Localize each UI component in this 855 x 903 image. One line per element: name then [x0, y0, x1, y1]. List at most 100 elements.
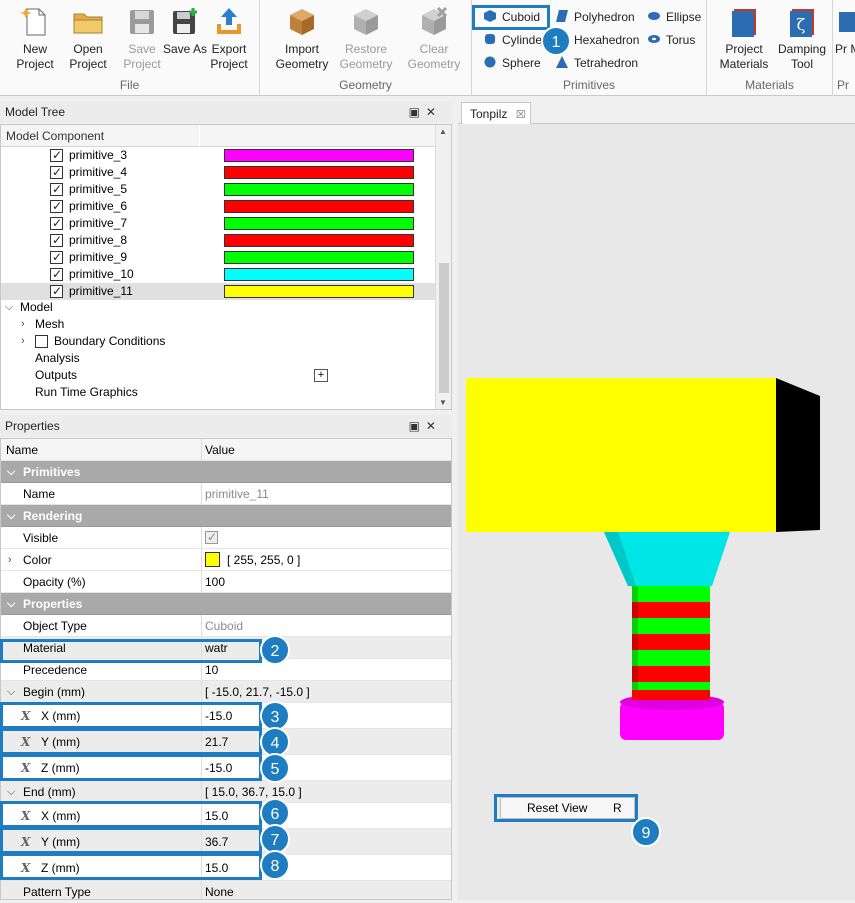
chevron-down-icon[interactable]: ⌵	[7, 505, 15, 527]
tree-item-primitive[interactable]: ✓ primitive_10	[1, 266, 436, 283]
chevron-down-icon[interactable]: ⌵	[7, 593, 15, 615]
scroll-down-arrow-icon[interactable]: ▼	[439, 398, 447, 407]
import-geometry-button[interactable]: Import Geometry	[272, 4, 332, 72]
export-project-button[interactable]: Export Project	[203, 4, 255, 72]
primitive-color-swatch[interactable]	[224, 268, 414, 281]
project-materials-button[interactable]: Project Materials	[715, 4, 773, 72]
primitive-color-swatch[interactable]	[224, 149, 414, 162]
tree-item-primitive[interactable]: ✓ primitive_8	[1, 232, 436, 249]
damping-tool-button[interactable]: ζ Damping Tool	[773, 4, 831, 72]
scroll-up-arrow-icon[interactable]: ▲	[439, 127, 447, 136]
cylinder-button[interactable]: Cylinder	[482, 30, 546, 50]
damping-zeta-icon: ζ	[790, 9, 814, 37]
chevron-down-icon[interactable]: ⌵	[7, 681, 15, 703]
chevron-right-icon[interactable]: ›	[8, 549, 12, 571]
new-project-button[interactable]: New Project	[9, 4, 61, 72]
prop-row-pattern-type: Pattern Type None	[1, 881, 451, 899]
prop-row-begin: ⌵ Begin (mm) [ -15.0, 21.7, -15.0 ]	[1, 681, 451, 703]
primitive-visibility-checkbox[interactable]: ✓	[50, 182, 63, 196]
materials-group: Project Materials ζ Damping Tool Materia…	[707, 0, 833, 96]
panel-float-close-icons[interactable]: ▣✕	[409, 415, 442, 437]
close-icon[interactable]: ☒	[516, 109, 526, 121]
primitive-visibility-checkbox[interactable]: ✓	[50, 250, 63, 264]
model-tree-scrollbar[interactable]: ▲ ▼	[435, 125, 451, 409]
section-primitives[interactable]: ⌵ Primitives	[1, 461, 451, 483]
tree-item-outputs[interactable]: Outputs +	[1, 367, 436, 384]
materials-book-icon	[732, 9, 756, 37]
chevron-right-icon[interactable]: ›	[21, 316, 25, 333]
primitive-color-swatch[interactable]	[224, 200, 414, 213]
boundary-conditions-checkbox[interactable]	[35, 335, 48, 348]
primitive-label: primitive_7	[69, 216, 128, 230]
chevron-right-icon[interactable]: ›	[21, 333, 25, 350]
primitive-visibility-checkbox[interactable]: ✓	[50, 284, 63, 298]
prop-row-end: ⌵ End (mm) [ 15.0, 36.7, 15.0 ]	[1, 781, 451, 803]
primitive-label: primitive_6	[69, 199, 128, 213]
primitive-label: primitive_3	[69, 148, 128, 162]
primitive-color-swatch[interactable]	[224, 217, 414, 230]
tab-tonpilz[interactable]: Tonpilz ☒	[461, 102, 531, 125]
primitive-color-swatch[interactable]	[224, 234, 414, 247]
3d-viewport[interactable]	[458, 124, 855, 900]
restore-geometry-button[interactable]: Restore Geometry	[336, 4, 396, 72]
tetrahedron-button[interactable]: Tetrahedron	[554, 53, 638, 73]
tree-item-primitive[interactable]: ✓ primitive_11	[1, 283, 436, 300]
primitive-visibility-checkbox[interactable]: ✓	[50, 165, 63, 179]
open-project-button[interactable]: Open Project	[62, 4, 114, 72]
name-column-header[interactable]: Name	[6, 439, 38, 461]
primitive-visibility-checkbox[interactable]: ✓	[50, 148, 63, 162]
checkmark-icon: ✓	[52, 165, 63, 179]
properties-title-bar: Properties ▣✕	[0, 415, 452, 437]
tree-item-mesh[interactable]: › Mesh	[1, 316, 436, 333]
file-group-label: File	[119, 78, 140, 92]
primitive-visibility-checkbox[interactable]: ✓	[50, 267, 63, 281]
reset-view-highlight	[494, 794, 638, 822]
tetrahedron-icon	[556, 56, 568, 68]
torus-button[interactable]: Torus	[646, 30, 695, 50]
torus-icon	[648, 35, 660, 43]
tree-item-run-time-graphics[interactable]: Run Time Graphics	[1, 384, 436, 401]
sphere-icon	[484, 56, 496, 68]
tree-item-primitive[interactable]: ✓ primitive_7	[1, 215, 436, 232]
chevron-down-icon[interactable]: ⌵	[7, 781, 15, 803]
tree-item-primitive[interactable]: ✓ primitive_5	[1, 181, 436, 198]
chevron-down-icon[interactable]: ⌵	[7, 461, 15, 483]
new-project-icon	[20, 8, 46, 36]
color-swatch[interactable]	[205, 552, 220, 567]
sphere-button[interactable]: Sphere	[482, 53, 541, 73]
primitive-color-swatch[interactable]	[224, 166, 414, 179]
begin-y-highlight	[0, 728, 262, 755]
primitive-color-swatch[interactable]	[224, 251, 414, 264]
clear-geometry-button[interactable]: Clear Geometry	[404, 4, 464, 72]
chevron-down-icon[interactable]: ⌵	[5, 299, 13, 316]
color-value[interactable]: [ 255, 255, 0 ]	[227, 549, 300, 571]
model-component-header[interactable]: Model Component	[1, 125, 199, 147]
model-color-header[interactable]	[200, 125, 436, 147]
primitive-visibility-checkbox[interactable]: ✓	[50, 233, 63, 247]
polyhedron-button[interactable]: Polyhedron	[554, 7, 635, 27]
tree-item-analysis[interactable]: Analysis	[1, 350, 436, 367]
primitive-visibility-checkbox[interactable]: ✓	[50, 216, 63, 230]
partial-button[interactable]: Pr M	[835, 4, 855, 57]
tree-item-primitive[interactable]: ✓ primitive_4	[1, 164, 436, 181]
visible-checkbox[interactable]: ✓	[205, 530, 218, 544]
primitive-visibility-checkbox[interactable]: ✓	[50, 199, 63, 213]
value-column-header[interactable]: Value	[205, 439, 235, 461]
primitive-color-swatch[interactable]	[224, 285, 414, 298]
tree-item-model[interactable]: ⌵ Model	[1, 299, 436, 316]
section-rendering[interactable]: ⌵ Rendering	[1, 505, 451, 527]
tree-item-primitive[interactable]: ✓ primitive_9	[1, 249, 436, 266]
tree-item-boundary-conditions[interactable]: › Boundary Conditions	[1, 333, 436, 350]
ellipse-button[interactable]: Ellipse	[646, 7, 701, 27]
scrollbar-thumb[interactable]	[439, 263, 449, 393]
tree-item-primitive[interactable]: ✓ primitive_6	[1, 198, 436, 215]
section-properties[interactable]: ⌵ Properties	[1, 593, 451, 615]
panel-float-close-icons[interactable]: ▣✕	[409, 101, 442, 123]
primitive-color-swatch[interactable]	[224, 183, 414, 196]
opacity-value[interactable]: 100	[205, 571, 225, 593]
pattern-type-value[interactable]: None	[205, 881, 234, 899]
tonpilz-model-render[interactable]	[458, 124, 855, 900]
tree-item-primitive[interactable]: ✓ primitive_3	[1, 147, 436, 164]
tree-item-label: Outputs	[35, 368, 78, 382]
add-output-button[interactable]: +	[314, 369, 328, 382]
